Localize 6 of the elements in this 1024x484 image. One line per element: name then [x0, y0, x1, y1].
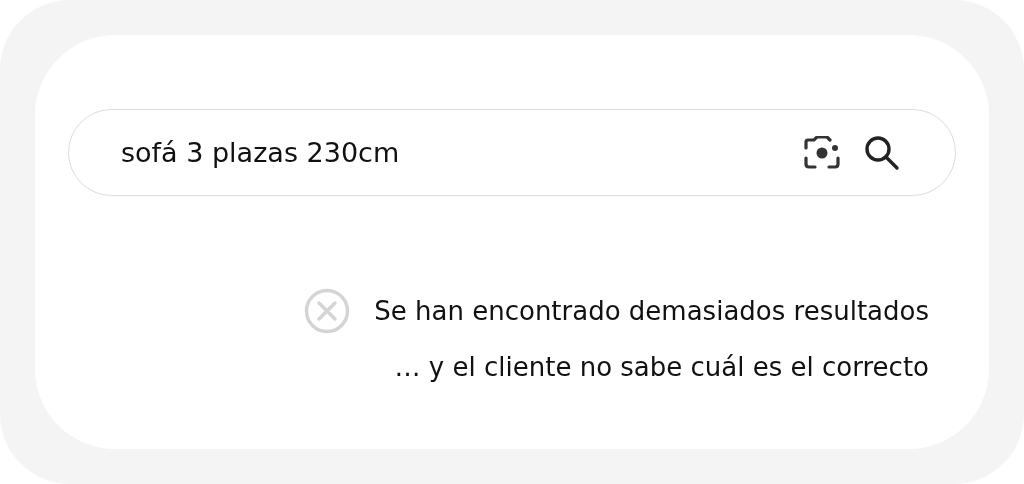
- close-circle-icon: [304, 288, 351, 334]
- camera-icon[interactable]: [804, 135, 840, 170]
- message-text: … y el cliente no sabe cuál es el correcto: [394, 351, 929, 384]
- message-text: Se han encontrado demasiados resultados: [374, 294, 929, 328]
- search-icon[interactable]: [864, 134, 900, 171]
- search-field[interactable]: sofá 3 plazas 230cm: [68, 109, 956, 196]
